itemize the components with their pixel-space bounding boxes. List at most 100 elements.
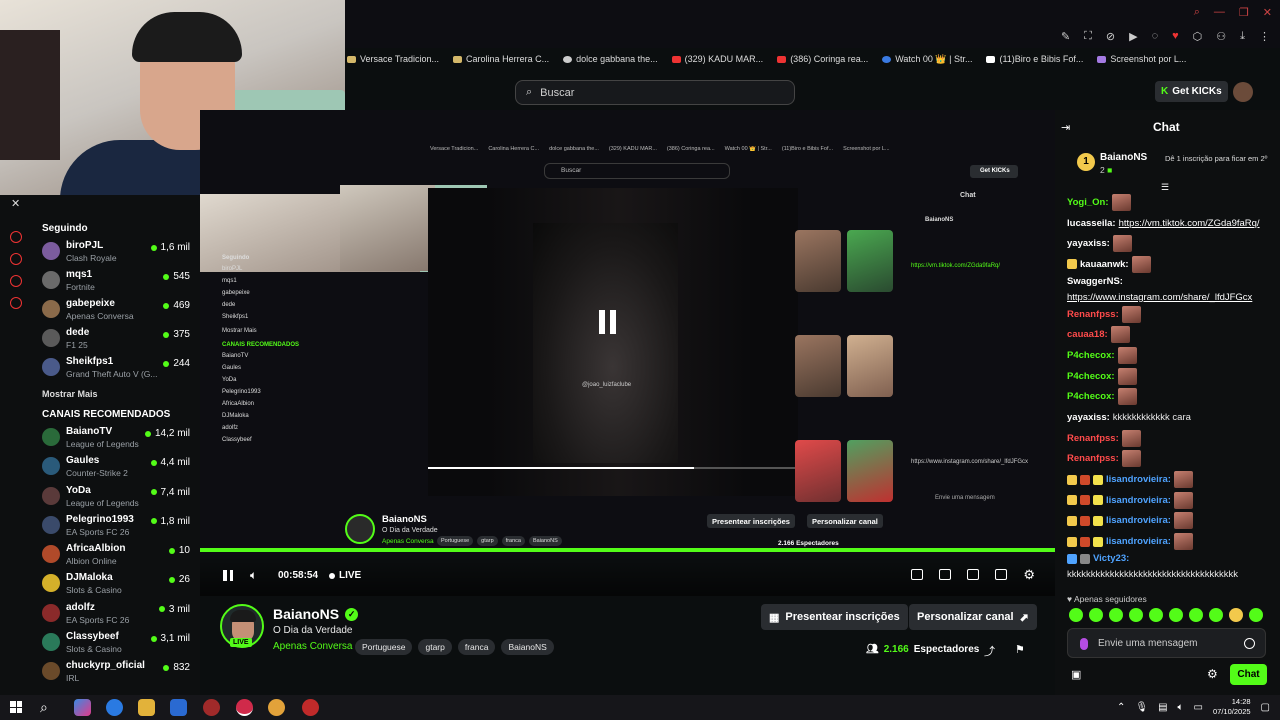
chat-username[interactable]: Renanfpss:: [1067, 432, 1119, 445]
emote-button[interactable]: [1209, 608, 1223, 622]
bookmark[interactable]: (11)Biro e Bibis Fof...: [986, 50, 1083, 68]
chat-username[interactable]: lisandrovieira:: [1106, 494, 1171, 507]
pause-icon[interactable]: [599, 310, 617, 334]
menu-icon[interactable]: ⋮: [1259, 30, 1270, 43]
emote-button[interactable]: [1169, 608, 1183, 622]
tray-chevron-icon[interactable]: ⌃: [1117, 702, 1125, 713]
chat-username[interactable]: SwaggerNS:: [1067, 275, 1123, 288]
maximize-icon[interactable]: ❐: [1239, 6, 1249, 19]
chat-settings-icon[interactable]: ⚙: [1207, 667, 1218, 681]
sidebar-channel[interactable]: adolfz EA Sports FC 26 3 mil: [42, 602, 200, 631]
stream-tag[interactable]: gtarp: [418, 639, 452, 655]
network-icon[interactable]: ▤: [1158, 702, 1167, 713]
pause-button[interactable]: [223, 570, 233, 581]
search-icon[interactable]: ⌕: [40, 699, 48, 716]
bookmark[interactable]: Versace Tradicion...: [347, 50, 439, 68]
chat-username[interactable]: yayaxiss:: [1067, 411, 1110, 424]
user-avatar[interactable]: [1233, 82, 1253, 102]
stream-tag[interactable]: franca: [457, 639, 496, 655]
file-explorer-icon[interactable]: [138, 699, 155, 716]
chat-username[interactable]: cauaa18:: [1067, 328, 1108, 341]
mic-icon[interactable]: [1080, 638, 1088, 650]
app-icon[interactable]: [302, 699, 319, 716]
emote-button[interactable]: [1129, 608, 1143, 622]
sidebar-channel[interactable]: Pelegrino1993 EA Sports FC 26 1,8 mil: [42, 514, 200, 543]
chat-username[interactable]: Renanfpss:: [1067, 308, 1119, 321]
sidebar-channel[interactable]: AfricaAlbion Albion Online 10: [42, 543, 200, 572]
notification-icon[interactable]: ▢: [1261, 702, 1270, 713]
chat-link[interactable]: https://vm.tiktok.com/ZGda9faRq/: [1119, 217, 1260, 230]
bookmark[interactable]: Watch 00 👑 | Str...: [882, 50, 972, 68]
emote-button[interactable]: [1229, 608, 1243, 622]
search-input[interactable]: ⌕ Buscar: [515, 80, 795, 105]
gift-icon[interactable]: ▣: [1071, 668, 1081, 681]
close-sidebar-icon[interactable]: ✕: [11, 197, 20, 210]
mic-icon[interactable]: 🎙︎: [1135, 702, 1148, 713]
chrome-icon[interactable]: [268, 699, 285, 716]
shield-icon[interactable]: ⊘: [1106, 30, 1115, 43]
chat-link[interactable]: https://www.instagram.com/share/_lfdJFGc…: [1067, 291, 1252, 304]
chat-username[interactable]: yayaxiss:: [1067, 237, 1110, 250]
chat-username[interactable]: P4checox:: [1067, 349, 1115, 362]
sidebar-channel[interactable]: Gaules Counter-Strike 2 4,4 mil: [42, 455, 200, 484]
emote-button[interactable]: [1089, 608, 1103, 622]
stream-category[interactable]: Apenas Conversa: [273, 641, 353, 652]
crop-icon[interactable]: ⛶: [1084, 30, 1092, 43]
sidebar-channel[interactable]: dede F1 25 375: [42, 327, 200, 356]
chat-username[interactable]: lisandrovieira:: [1106, 535, 1171, 548]
heart-icon[interactable]: ♥: [1172, 30, 1179, 43]
stream-video[interactable]: Versace Tradicion... Carolina Herrera C.…: [200, 110, 1055, 555]
play-icon[interactable]: ▶: [1129, 30, 1137, 43]
customize-channel-button[interactable]: Personalizar canal ⬈: [909, 604, 1037, 630]
profile-icon[interactable]: ⚇: [1216, 30, 1226, 43]
collapse-chat-icon[interactable]: ⇥: [1061, 121, 1070, 134]
search-icon[interactable]: ⌕: [1194, 6, 1200, 19]
chat-username[interactable]: kauaanwk:: [1080, 258, 1129, 271]
close-icon[interactable]: ✕: [1263, 6, 1272, 19]
sidebar-channel[interactable]: BaianoTV League of Legends 14,2 mil: [42, 426, 200, 455]
pin-icon[interactable]: ✎: [1061, 30, 1070, 43]
gift-subs-button[interactable]: ▦ Presentear inscrições: [761, 604, 908, 630]
history-icon[interactable]: [10, 275, 22, 287]
emote-button[interactable]: [1069, 608, 1083, 622]
windows-start-icon[interactable]: [10, 701, 22, 713]
emote-button[interactable]: [1249, 608, 1263, 622]
browse-icon[interactable]: [10, 231, 22, 243]
bookmark[interactable]: (329) KADU MAR...: [671, 50, 763, 68]
emote-button[interactable]: [1149, 608, 1163, 622]
sidebar-channel[interactable]: biroPJL Clash Royale 1,6 mil: [42, 240, 200, 269]
emoji-icon[interactable]: [1244, 638, 1255, 649]
emote-button[interactable]: [1189, 608, 1203, 622]
report-icon[interactable]: ⚑: [1015, 643, 1025, 656]
download-icon[interactable]: ⤓: [1240, 30, 1245, 43]
gift-prompt[interactable]: Dê 1 inscrição para ficar em 2º: [1165, 154, 1275, 164]
edge-icon[interactable]: [106, 699, 123, 716]
sidebar-channel[interactable]: chuckyrp_oficial IRL 832: [42, 660, 200, 689]
copilot-icon[interactable]: [74, 699, 91, 716]
emote-button[interactable]: [1109, 608, 1123, 622]
sidebar-channel[interactable]: YoDa League of Legends 7,4 mil: [42, 485, 200, 514]
volume-icon[interactable]: 🔈︎: [250, 568, 257, 583]
sidebar-channel[interactable]: DJMaloka Slots & Casino 26: [42, 572, 200, 601]
settings-gear-icon[interactable]: ⚙: [1023, 568, 1035, 581]
bookmark[interactable]: (386) Coringa rea...: [777, 50, 868, 68]
chat-username[interactable]: Renanfpss:: [1067, 452, 1119, 465]
chat-icon[interactable]: ◌: [1152, 30, 1159, 43]
send-chat-button[interactable]: Chat: [1230, 664, 1267, 685]
volume-icon[interactable]: 🔈︎: [1178, 702, 1184, 713]
battery-icon[interactable]: ▭: [1194, 702, 1203, 713]
chat-username[interactable]: lisandrovieira:: [1106, 473, 1171, 486]
chat-username[interactable]: Victy23:: [1093, 552, 1129, 565]
chat-input[interactable]: Envie uma mensagem: [1067, 628, 1266, 658]
app-icon[interactable]: [203, 699, 220, 716]
theater-icon[interactable]: [967, 569, 980, 580]
settings-icon[interactable]: [10, 297, 22, 309]
clock[interactable]: 14:28 07/10/2025: [1213, 697, 1251, 717]
chat-username[interactable]: lisandrovieira:: [1106, 514, 1171, 527]
outlook-icon[interactable]: [170, 699, 187, 716]
stream-tag[interactable]: BaianoNS: [501, 639, 554, 655]
share-icon[interactable]: ⤴: [984, 643, 995, 659]
pip-icon[interactable]: [911, 569, 924, 580]
sidebar-channel[interactable]: mqs1 Fortnite 545: [42, 269, 200, 298]
chat-username[interactable]: lucasseila:: [1067, 217, 1116, 230]
